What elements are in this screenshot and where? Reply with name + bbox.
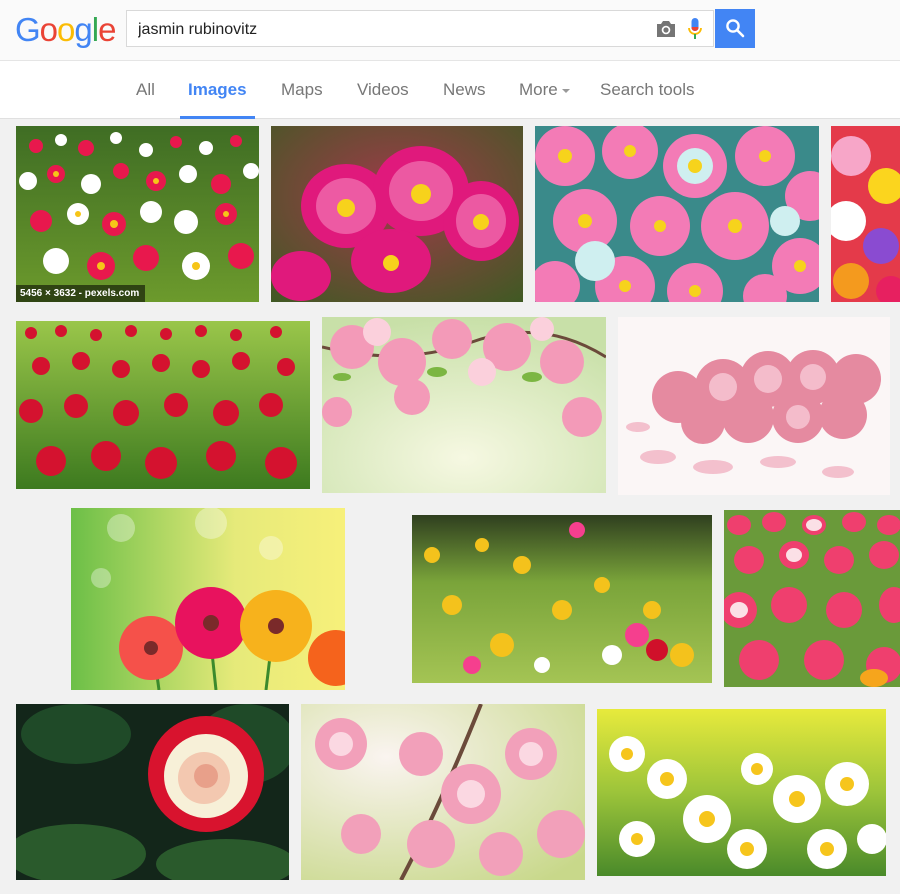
- image-result[interactable]: [322, 317, 606, 493]
- logo-letter-o2: o: [57, 11, 75, 48]
- tab-news[interactable]: News: [443, 61, 486, 119]
- tab-all[interactable]: All: [136, 61, 155, 119]
- mic-icon[interactable]: [687, 17, 703, 41]
- tab-videos[interactable]: Videos: [357, 61, 409, 119]
- image-result[interactable]: [271, 126, 523, 302]
- google-logo[interactable]: Google: [15, 10, 116, 50]
- search-button[interactable]: [715, 9, 755, 48]
- image-result[interactable]: [71, 508, 345, 690]
- chevron-down-icon: [561, 88, 570, 93]
- image-result[interactable]: [412, 515, 712, 683]
- tab-maps[interactable]: Maps: [281, 61, 323, 119]
- tab-more[interactable]: More: [519, 61, 570, 119]
- image-caption: 5456 × 3632 - pexels.com: [16, 285, 146, 302]
- search-icon: [726, 19, 745, 38]
- image-result[interactable]: [535, 126, 819, 302]
- image-result[interactable]: [831, 126, 900, 302]
- logo-letter-g1: G: [15, 11, 41, 48]
- search-input[interactable]: [136, 11, 640, 48]
- tab-search-tools[interactable]: Search tools: [600, 61, 695, 119]
- image-result[interactable]: 5456 × 3632 - pexels.com: [16, 126, 259, 302]
- top-bar: Google: [0, 0, 900, 60]
- image-result[interactable]: [16, 321, 310, 489]
- image-result[interactable]: [16, 704, 289, 880]
- image-result[interactable]: [724, 510, 900, 687]
- camera-icon[interactable]: [655, 19, 677, 39]
- logo-letter-o1: o: [39, 11, 58, 48]
- tab-images[interactable]: Images: [180, 61, 255, 119]
- tab-more-label: More: [519, 80, 558, 99]
- image-result[interactable]: [618, 317, 890, 495]
- search-tabs: All Images Maps Videos News More Search …: [0, 60, 900, 119]
- image-result[interactable]: [301, 704, 585, 880]
- logo-letter-g2: g: [74, 11, 92, 48]
- search-box: [126, 10, 714, 48]
- logo-letter-e: e: [98, 11, 116, 48]
- image-result[interactable]: [597, 709, 886, 876]
